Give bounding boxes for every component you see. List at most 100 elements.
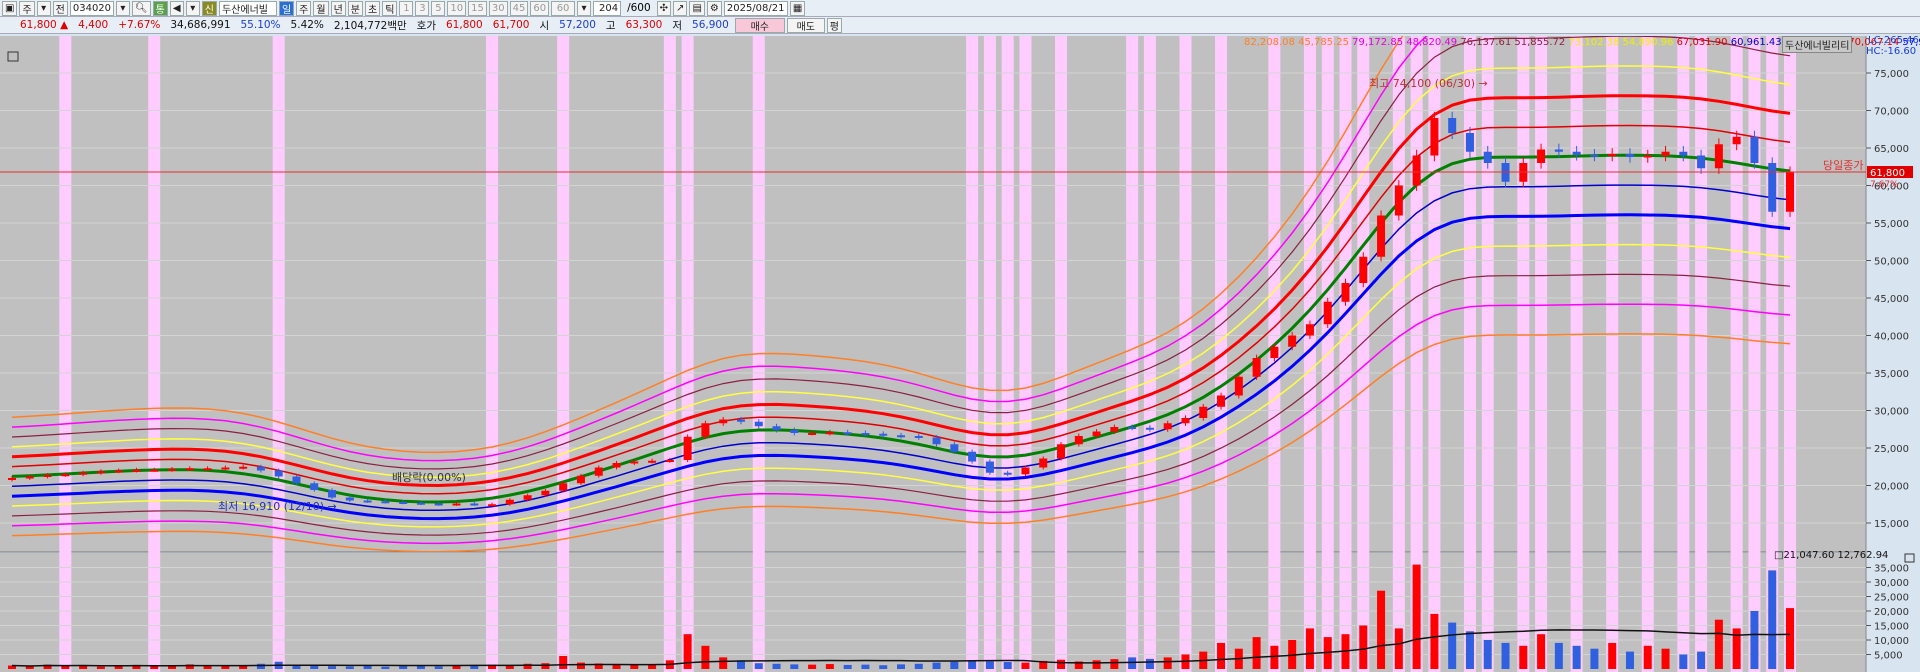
search-icon[interactable]: 🔍︎ xyxy=(131,0,151,16)
volume-bar xyxy=(1092,660,1101,669)
volume-bar xyxy=(861,664,870,669)
candle xyxy=(1377,215,1386,257)
buy-button[interactable]: 매수 xyxy=(734,17,785,33)
code-input[interactable]: 034020 xyxy=(69,0,114,16)
candle xyxy=(1252,358,1261,377)
eval-button[interactable]: 평 xyxy=(826,17,842,33)
period-year[interactable]: 년 xyxy=(330,0,346,16)
stock-name-input[interactable]: 두산에너빌 xyxy=(218,0,277,16)
candle xyxy=(736,419,745,422)
all-button[interactable]: 전 xyxy=(52,0,68,16)
highlight-stripe xyxy=(966,36,979,672)
calendar-icon[interactable]: ▦ xyxy=(789,0,806,16)
candle xyxy=(1217,395,1226,407)
crosshair-icon[interactable]: ✣ xyxy=(656,0,672,16)
period-month[interactable]: 월 xyxy=(313,0,329,16)
volume-bar xyxy=(96,666,105,669)
volume-bar xyxy=(1501,642,1510,669)
candle xyxy=(1110,427,1119,432)
highlight-stripe xyxy=(1677,36,1690,672)
volume-tick-label: 25,000 xyxy=(1874,593,1909,604)
highlight-stripe xyxy=(1019,36,1032,672)
period-second[interactable]: 초 xyxy=(364,0,381,16)
gear-icon[interactable]: ⚙ xyxy=(706,0,722,16)
volume-bar xyxy=(1217,642,1226,669)
candle xyxy=(825,432,834,435)
volume-bar xyxy=(879,665,888,669)
volume-bar xyxy=(1483,640,1492,669)
chevron-down-icon[interactable]: ▾ xyxy=(115,0,130,16)
candle xyxy=(505,499,514,505)
candle xyxy=(328,490,337,498)
candle xyxy=(843,432,852,435)
volume-tick-label: 20,000 xyxy=(1874,607,1909,618)
chevron-down-icon[interactable]: ▾ xyxy=(36,0,51,16)
volume-bar xyxy=(1448,622,1457,669)
volume-ratio: 55.10% xyxy=(240,19,281,31)
candle xyxy=(541,490,550,496)
highlight-stripe xyxy=(486,36,499,672)
price-chart[interactable]: 15,00020,00025,00030,00035,00040,00045,0… xyxy=(0,0,1920,672)
candle xyxy=(648,460,657,463)
high-price: 63,300 xyxy=(625,19,663,31)
minute-5[interactable]: 5 xyxy=(431,0,446,16)
volume-bar xyxy=(630,664,639,669)
minute-3[interactable]: 3 xyxy=(415,0,430,16)
axis-pane xyxy=(1866,36,1920,672)
minute-1[interactable]: 1 xyxy=(399,0,414,16)
candle xyxy=(416,502,425,505)
highlight-stripe xyxy=(1606,36,1619,672)
chevron-down-icon[interactable]: ▾ xyxy=(577,0,592,16)
volume-bar xyxy=(363,665,372,669)
period-tick[interactable]: 틱 xyxy=(382,0,398,16)
candle xyxy=(1768,163,1777,212)
candle xyxy=(1163,423,1172,430)
minute-15[interactable]: 15 xyxy=(468,0,487,16)
volume-tick-label: 15,000 xyxy=(1874,622,1909,633)
volume-bar xyxy=(950,661,959,669)
minute-30[interactable]: 30 xyxy=(488,0,508,16)
draw-icon[interactable]: ↗ xyxy=(673,0,688,16)
period-day[interactable]: 일 xyxy=(278,0,295,16)
period-minute[interactable]: 분 xyxy=(347,0,363,16)
candle xyxy=(381,501,390,504)
volume-bar xyxy=(1625,651,1634,669)
minute-10[interactable]: 10 xyxy=(447,0,467,16)
new-button[interactable]: 신 xyxy=(201,0,217,16)
low-price: 56,900 xyxy=(692,19,729,31)
low-annotation: 최저 16,910 (12/10) → xyxy=(218,500,337,513)
comm-button[interactable]: 통 xyxy=(152,0,168,16)
candle xyxy=(1679,151,1688,156)
minute-60[interactable]: 60 xyxy=(530,0,550,16)
legend-value: 45,785.25 xyxy=(1298,37,1353,48)
candle xyxy=(61,474,70,477)
highlight-stripe xyxy=(1695,36,1708,672)
chevron-down-icon[interactable]: ▾ xyxy=(185,0,200,16)
volume-bar xyxy=(1661,648,1670,669)
volume-bar xyxy=(576,662,585,669)
save-icon[interactable]: ▤ xyxy=(689,0,705,16)
volume-bar xyxy=(1590,648,1599,669)
volume-bar xyxy=(1128,657,1137,669)
market-select[interactable]: 주 xyxy=(19,0,35,16)
window-icon[interactable]: ▣ xyxy=(2,0,18,16)
volume-bar xyxy=(1145,658,1154,669)
volume-bar xyxy=(310,665,319,669)
count-input[interactable]: 204 xyxy=(593,0,622,16)
period-week[interactable]: 주 xyxy=(296,0,312,16)
open-price: 57,200 xyxy=(559,19,596,31)
highlight-stripe xyxy=(1570,36,1583,672)
volume-tick-label: 35,000 xyxy=(1874,564,1909,575)
candle xyxy=(1697,155,1706,169)
minute-45[interactable]: 45 xyxy=(509,0,529,16)
candle xyxy=(1465,133,1474,152)
candle xyxy=(932,437,941,445)
candle xyxy=(399,502,408,504)
speaker-icon[interactable]: ◀ xyxy=(169,0,184,16)
volume-bar xyxy=(1412,564,1421,669)
date-input[interactable]: 2025/08/21 xyxy=(723,0,788,16)
minute-select[interactable]: 60 xyxy=(551,0,576,16)
candle xyxy=(150,469,159,472)
sell-button[interactable]: 매도 xyxy=(786,17,825,33)
volume-bar xyxy=(790,664,799,669)
